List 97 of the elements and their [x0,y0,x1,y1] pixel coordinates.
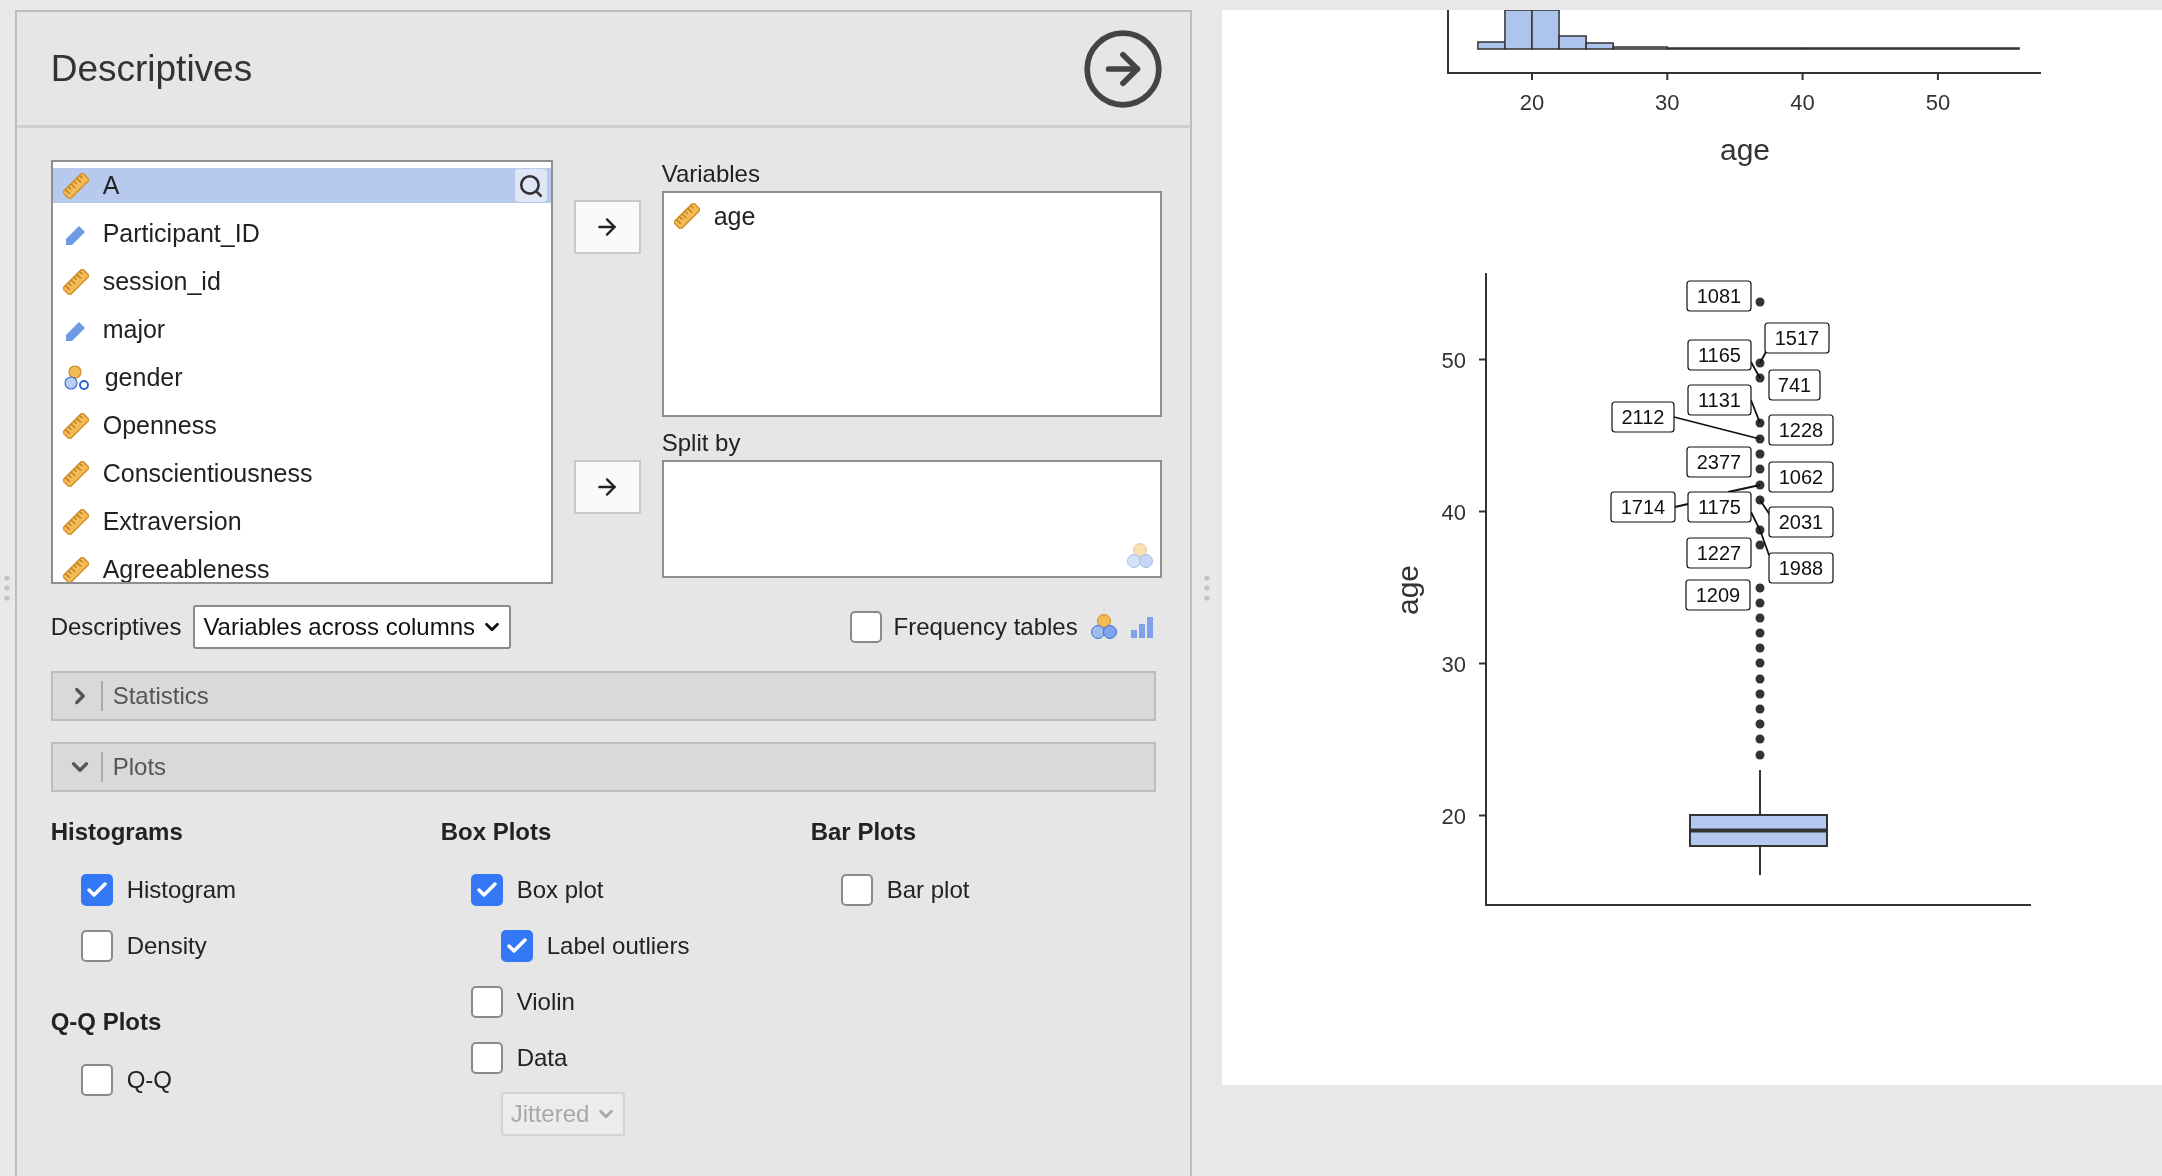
tick-label: 30 [1441,651,1466,677]
group-heading: Q-Q Plots [50,1008,163,1037]
outlier-point [1755,495,1765,505]
outlier-point [1755,464,1765,474]
outlier-label: 1081 [1686,280,1752,312]
outlier-point [1755,297,1765,307]
option-label: Box plot [516,876,604,904]
target-label: Split by [661,429,742,458]
outlier-point [1755,358,1765,368]
checkbox[interactable] [80,874,113,906]
outlier-point [1755,449,1765,459]
tick-label: 20 [1519,90,1545,115]
checkbox[interactable] [470,874,503,906]
option-label: Label outliers [546,932,690,960]
move-button[interactable] [573,460,641,514]
outlier-point [1755,750,1765,760]
variable-item[interactable]: Participant_ID [52,216,551,251]
leader-line [1750,361,1761,379]
outlier-label: 2031 [1768,506,1834,538]
target-label: Variables [661,160,761,189]
outlier-point [1755,689,1765,699]
move-button[interactable] [573,200,641,254]
outlier-point [1755,613,1765,623]
outlier-label: 1165 [1687,339,1752,371]
checkbox[interactable] [840,874,873,906]
checkbox[interactable] [849,611,882,643]
axis-title: age [1391,564,1424,616]
tick-label: 40 [1441,499,1466,525]
outlier-point [1755,598,1765,608]
field-label: Descriptives [50,613,182,641]
panel-title: Descriptives [50,47,253,90]
nominal-variable-icon [62,363,91,392]
resize-handle-icon[interactable] [1203,575,1210,601]
tick-label: 30 [1655,90,1680,115]
outlier-point [1755,643,1765,653]
outlier-label: 2112 [1611,401,1675,433]
variable-item[interactable]: A [52,168,551,203]
outlier-point [1755,480,1765,490]
outlier-point [1755,434,1765,444]
tick-label: 50 [1925,90,1951,115]
outlier-point [1755,719,1765,729]
outlier-point [1755,674,1765,684]
checkbox[interactable] [470,1042,503,1074]
outlier-point [1755,734,1765,744]
outlier-point [1755,628,1765,638]
outlier-label: 1131 [1687,384,1752,416]
outlier-point [1755,583,1765,593]
variable-item[interactable]: Extraversion [52,504,551,539]
option-label: Frequency tables [893,613,1078,641]
group-heading: Box Plots [440,818,553,847]
tick-label: 50 [1441,347,1466,373]
option-label: Violin [516,988,575,1016]
outlier-label: 1062 [1768,461,1834,493]
nominal-variables-icon [1089,613,1118,641]
outlier-point [1755,525,1765,535]
tick-label: 20 [1441,803,1466,829]
variable-item[interactable]: Conscientiousness [52,456,551,491]
option-label: Bar plot [886,876,970,904]
option-label: Density [126,932,207,960]
outlier-label: 1227 [1686,537,1752,569]
checkbox[interactable] [470,986,503,1018]
option-label: Histogram [126,876,237,904]
tick-label: 40 [1790,90,1815,115]
outlier-label: 1209 [1685,579,1751,611]
outlier-label: 1175 [1687,491,1752,523]
nominal-variables-icon [1125,542,1154,570]
variable-item[interactable]: gender [52,360,551,395]
outlier-label: 1228 [1768,414,1834,446]
search-button[interactable] [514,169,547,202]
variable-item[interactable]: session_id [52,264,551,299]
axis-title: age [1719,133,1771,166]
variable-item[interactable]: Openness [52,408,551,443]
outlier-label: 2377 [1686,446,1752,478]
outlier-point [1755,418,1765,428]
variable-name: age [713,201,756,231]
variable-item[interactable]: major [52,312,551,347]
outlier-label: 741 [1768,369,1821,401]
group-heading: Bar Plots [810,818,918,847]
checkbox[interactable] [80,930,113,962]
option-label: Data [516,1044,568,1072]
outlier-point [1755,540,1765,550]
resize-handle-icon[interactable] [4,575,11,601]
option-label: Q-Q [126,1066,172,1094]
outlier-point [1755,373,1765,383]
search-icon [517,172,544,199]
dropdown[interactable]: Variables across columns [193,605,512,649]
outlier-point [1755,704,1765,714]
group-heading: Histograms [50,818,184,847]
outlier-label: 1517 [1764,322,1830,354]
section-header[interactable]: Statistics [50,671,1156,721]
outlier-label: 1988 [1768,552,1834,584]
bar-chart-icon [1129,615,1154,639]
checkbox[interactable] [500,930,533,962]
outlier-point [1755,658,1765,668]
outlier-label: 1714 [1610,491,1676,523]
section-header[interactable]: Plots [50,742,1156,792]
checkbox[interactable] [80,1064,113,1096]
